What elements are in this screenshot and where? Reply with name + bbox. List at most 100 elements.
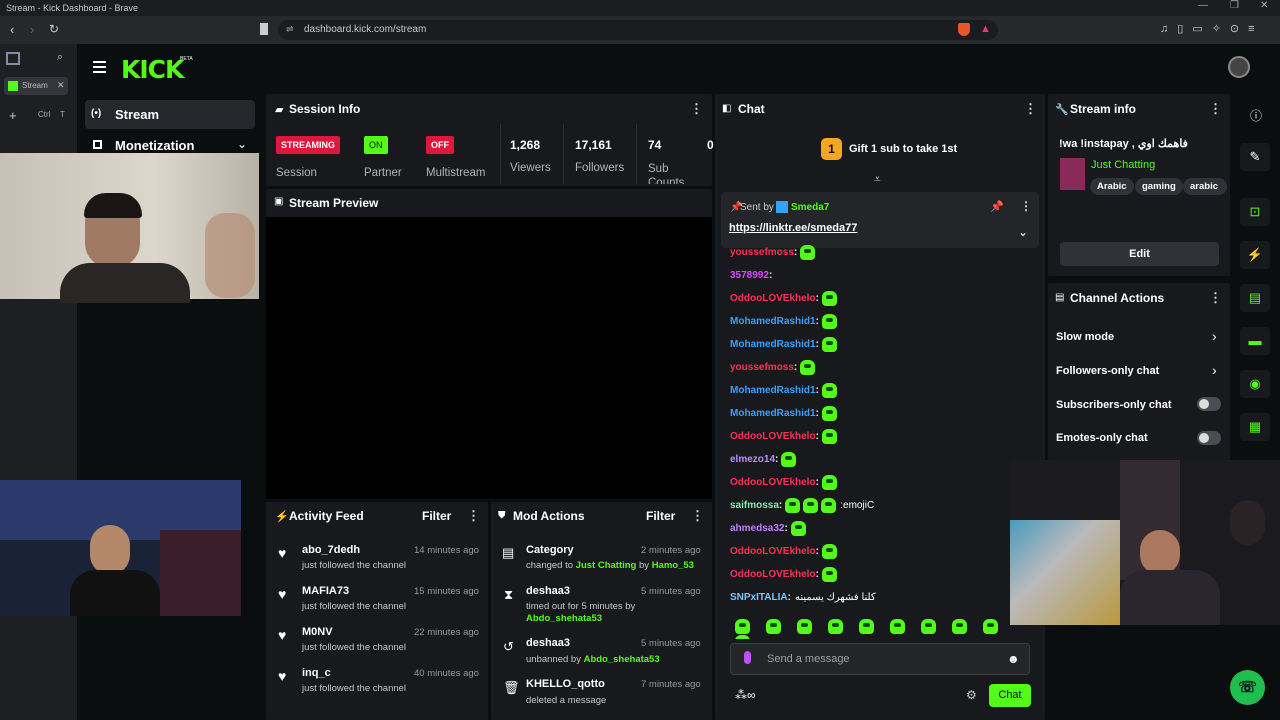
feed-user[interactable]: inq_c <box>302 667 331 679</box>
chevron-down-icon[interactable]: ⌄ <box>237 137 247 151</box>
chat-username[interactable]: youssefmoss <box>730 362 794 373</box>
pinned-user[interactable]: Smeda7 <box>791 202 829 213</box>
info-icon[interactable]: ⓘ <box>1250 107 1262 124</box>
chevron-right-icon[interactable]: › <box>1212 328 1217 344</box>
menu-icon[interactable] <box>93 61 106 73</box>
emote-icon[interactable] <box>735 619 750 635</box>
rewards-icon[interactable]: ▲ <box>980 23 991 35</box>
chat-username[interactable]: OddooLOVEkhelo <box>730 477 816 488</box>
nav-item-stream[interactable]: Stream <box>85 100 255 129</box>
points-icon[interactable]: ⁂∞ <box>735 688 756 702</box>
emote-icon[interactable] <box>890 619 905 635</box>
chat-username[interactable]: OddooLOVEkhelo <box>730 546 816 557</box>
reload-icon[interactable]: ↻ <box>49 22 59 36</box>
moderator-link[interactable]: Abdo_shehata53 <box>584 654 660 665</box>
edit-pencil-icon[interactable]: ✎ <box>1240 143 1270 171</box>
chat-username[interactable]: MohamedRashid1 <box>730 385 816 396</box>
chat-username[interactable]: MohamedRashid1 <box>730 316 816 327</box>
chat-username[interactable]: OddooLOVEkhelo <box>730 293 816 304</box>
chevron-right-icon[interactable]: › <box>1212 362 1217 378</box>
gift-sub-button[interactable]: Gift 1 sub to take 1st <box>849 143 957 155</box>
broadcast-icon[interactable]: ◉ <box>1240 370 1270 398</box>
chat-menu-button[interactable]: ⋮ <box>1024 101 1037 117</box>
mod-filter-button[interactable]: Filter <box>646 509 675 523</box>
chat-username[interactable]: ahmedsa32 <box>730 523 784 534</box>
emote-icon[interactable] <box>797 619 812 635</box>
followers-only-item[interactable]: Followers-only chat <box>1056 365 1159 377</box>
bookmark-icon[interactable] <box>260 23 268 35</box>
chat-username[interactable]: elmezo14 <box>730 454 775 465</box>
edit-stream-button[interactable]: Edit <box>1060 242 1219 266</box>
feed-user[interactable]: abo_7dedh <box>302 544 360 556</box>
subscribers-only-toggle[interactable] <box>1197 397 1221 411</box>
emotes-only-toggle[interactable] <box>1197 431 1221 445</box>
mod-subject[interactable]: deshaa3 <box>526 585 570 597</box>
emote-icon[interactable] <box>952 619 967 635</box>
send-chat-button[interactable]: Chat <box>989 684 1031 707</box>
screen-capture-icon[interactable]: ⊡ <box>1240 198 1270 226</box>
url-field[interactable]: dashboard.kick.com/stream <box>278 20 998 40</box>
chat-username[interactable]: saifmossa <box>730 500 779 511</box>
stream-info-menu-button[interactable]: ⋮ <box>1209 101 1222 117</box>
chat-username[interactable]: MohamedRashid1 <box>730 339 816 350</box>
activity-menu-button[interactable]: ⋮ <box>467 508 480 524</box>
brave-shield-icon[interactable] <box>958 23 970 36</box>
moderator-link[interactable]: Abdo_shehata53 <box>526 613 602 624</box>
chat-message: youssefmoss: <box>730 359 816 376</box>
chat-username[interactable]: 3578992 <box>730 270 769 281</box>
document-icon[interactable]: ▤ <box>1240 284 1270 312</box>
activity-filter-button[interactable]: Filter <box>422 509 451 523</box>
user-badge-icon <box>776 201 788 213</box>
emote-icon[interactable] <box>859 619 874 635</box>
maximize-button[interactable]: ❐ <box>1230 0 1239 16</box>
chat-bubble-icon[interactable]: ▬ <box>1240 327 1270 355</box>
emote-icon[interactable] <box>766 619 781 635</box>
site-settings-icon[interactable]: ⇌ <box>286 24 294 35</box>
chat-username[interactable]: MohamedRashid1 <box>730 408 816 419</box>
support-chat-icon[interactable]: ☏ <box>1230 670 1265 705</box>
chat-username[interactable]: OddooLOVEkhelo <box>730 569 816 580</box>
emote-icon[interactable] <box>983 619 998 635</box>
category-link[interactable]: Just Chatting <box>576 560 637 571</box>
kick-logo[interactable]: KICK <box>121 55 184 84</box>
chat-username[interactable]: youssefmoss <box>730 247 794 258</box>
new-tab-icon[interactable]: + <box>9 108 17 123</box>
chat-username[interactable]: SNPxITALIA <box>730 592 788 603</box>
close-tab-icon[interactable]: ✕ <box>57 80 65 91</box>
avatar[interactable] <box>1228 56 1250 78</box>
pinned-link[interactable]: https://linktr.ee/smeda77 <box>729 222 857 234</box>
lightning-icon[interactable]: ⚡ <box>1240 241 1270 269</box>
emote-bar[interactable] <box>732 619 1032 639</box>
chat-username[interactable]: OddooLOVEkhelo <box>730 431 816 442</box>
chevron-down-icon[interactable]: ⌄ <box>1018 225 1028 239</box>
emote-icon[interactable] <box>828 619 843 635</box>
stream-category[interactable]: Just Chatting <box>1091 159 1155 171</box>
pinned-menu-button[interactable]: ⋮ <box>1020 199 1032 213</box>
moderator-link[interactable]: Hamo_53 <box>652 560 694 571</box>
session-menu-button[interactable]: ⋮ <box>690 101 703 117</box>
layout-icon[interactable]: ▦ <box>1240 413 1270 441</box>
emote-icon[interactable] <box>921 619 936 635</box>
mod-menu-button[interactable]: ⋮ <box>691 508 704 524</box>
emote-icon[interactable] <box>735 634 750 639</box>
emoji-icon[interactable]: ☻ <box>1007 652 1020 666</box>
feed-user[interactable]: MAFIA73 <box>302 585 349 597</box>
nav-item-monetization[interactable]: Monetization <box>115 138 194 153</box>
expand-icon[interactable]: ⩡ <box>874 172 881 187</box>
feed-user[interactable]: M0NV <box>302 626 333 638</box>
mic-icon[interactable] <box>744 651 751 664</box>
channel-actions-menu-button[interactable]: ⋮ <box>1209 290 1222 306</box>
stream-preview-video[interactable] <box>266 217 712 499</box>
mod-subject[interactable]: deshaa3 <box>526 637 570 649</box>
back-icon[interactable]: ‹ <box>10 22 14 37</box>
close-window-button[interactable]: ✕ <box>1260 0 1268 16</box>
search-icon[interactable]: ⌕ <box>57 51 63 64</box>
sidebar-toggle-icon[interactable] <box>6 52 20 65</box>
slow-mode-item[interactable]: Slow mode <box>1056 331 1114 343</box>
minimize-button[interactable]: — <box>1198 0 1208 16</box>
forward-icon[interactable]: › <box>30 22 34 37</box>
pin-toggle-icon[interactable]: 📌 <box>990 200 1004 213</box>
settings-gear-icon[interactable]: ⚙ <box>966 688 977 702</box>
mod-subject[interactable]: KHELLO_qotto <box>526 678 605 690</box>
toolbar-icons[interactable]: ♫▯▭✧⊙≡ <box>1160 22 1264 35</box>
